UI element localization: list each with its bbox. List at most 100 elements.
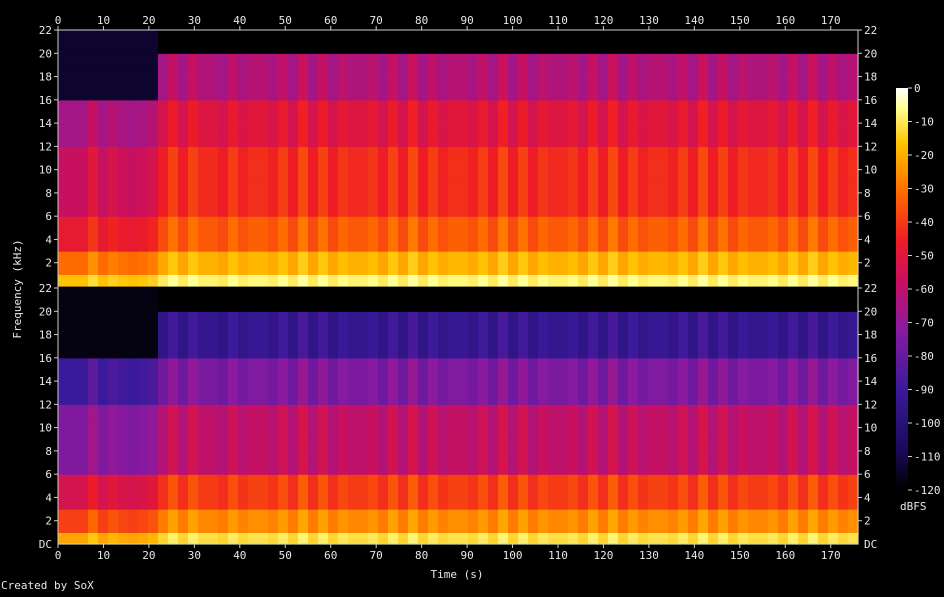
spectrogram-cell xyxy=(58,491,69,499)
spectrogram-cell xyxy=(378,328,389,336)
spectrogram-cell xyxy=(298,82,309,89)
spectrogram-cell xyxy=(158,352,169,359)
spectrogram-cell xyxy=(528,146,539,153)
spectrogram-cell xyxy=(608,53,619,60)
spectrogram-cell xyxy=(318,491,329,499)
spectrogram-cell xyxy=(238,35,249,43)
spectrogram-cell xyxy=(638,251,649,258)
spectrogram-cell xyxy=(268,334,279,341)
spectrogram-cell xyxy=(748,222,759,229)
spectrogram-cell xyxy=(718,204,729,211)
spectrogram-cell xyxy=(198,462,209,469)
spectrogram-cell xyxy=(108,381,119,388)
spectrogram-cell xyxy=(378,445,389,452)
spectrogram-cell xyxy=(378,47,389,54)
spectrogram-cell xyxy=(228,357,239,365)
spectrogram-cell xyxy=(378,288,389,295)
spectrogram-cell xyxy=(528,35,539,43)
spectrogram-cell xyxy=(68,357,79,365)
spectrogram-cell xyxy=(358,386,369,394)
spectrogram-cell xyxy=(218,41,229,49)
spectrogram-cell xyxy=(418,262,429,270)
spectrogram-cell xyxy=(198,439,209,446)
spectrogram-cell xyxy=(308,421,319,429)
spectrogram-cell xyxy=(138,134,149,142)
spectrogram-cell xyxy=(358,509,369,516)
spectrogram-cell xyxy=(448,117,459,124)
spectrogram-cell xyxy=(148,117,159,124)
spectrogram-cell xyxy=(618,239,629,246)
spectrogram-cell xyxy=(98,175,109,182)
spectrogram-cell xyxy=(538,94,549,101)
spectrogram-cell xyxy=(578,111,589,118)
spectrogram-cell xyxy=(118,94,129,101)
spectrogram-cell xyxy=(128,99,139,107)
spectrogram-cell xyxy=(298,288,309,295)
spectrogram-cell xyxy=(778,256,789,264)
spectrogram-cell xyxy=(838,181,849,188)
spectrogram-cell xyxy=(68,123,79,130)
spectrogram-cell xyxy=(728,59,739,66)
spectrogram-cell xyxy=(718,262,729,270)
spectrogram-cell xyxy=(68,474,79,481)
spectrogram-cell xyxy=(208,128,219,136)
spectrogram-cell xyxy=(118,509,129,516)
spectrogram-cell xyxy=(788,192,799,200)
spectrogram-cell xyxy=(738,134,749,142)
spectrogram-cell xyxy=(728,175,739,182)
spectrogram-cell xyxy=(298,233,309,241)
spectrogram-cell xyxy=(98,445,109,452)
spectrogram-cell xyxy=(378,334,389,341)
spectrogram-cell xyxy=(168,175,179,182)
spectrogram-cell xyxy=(668,204,679,211)
spectrogram-cell xyxy=(338,398,349,405)
spectrogram-cell xyxy=(788,88,799,95)
spectrogram-cell xyxy=(778,111,789,118)
spectrogram-cell xyxy=(78,375,89,382)
spectrogram-cell xyxy=(98,497,109,504)
spectrogram-cell xyxy=(358,274,369,281)
spectrogram-cell xyxy=(348,204,359,211)
spectrogram-cell xyxy=(698,274,709,281)
spectrogram-cell xyxy=(688,123,699,130)
spectrogram-cell xyxy=(638,163,649,171)
spectrogram-cell xyxy=(238,274,249,281)
spectrogram-cell xyxy=(138,509,149,516)
spectrogram-cell xyxy=(558,59,569,66)
spectrogram-cell xyxy=(608,134,619,142)
spectrogram-cell xyxy=(848,280,859,287)
spectrogram-cell xyxy=(118,299,129,307)
spectrogram-cell xyxy=(758,181,769,188)
spectrogram-cell xyxy=(498,233,509,241)
spectrogram-cell xyxy=(88,76,99,83)
spectrogram-cell xyxy=(268,520,279,528)
spectrogram-cell xyxy=(478,175,489,182)
spectrogram-cell xyxy=(648,88,659,95)
spectrogram-cell xyxy=(198,210,209,217)
spectrogram-cell xyxy=(198,204,209,211)
spectrogram-cell xyxy=(328,462,339,469)
spectrogram-cell xyxy=(718,239,729,246)
spectrogram-cell xyxy=(258,146,269,153)
spectrogram-cell xyxy=(518,169,529,177)
spectrogram-cell xyxy=(798,268,809,275)
spectrogram-cell xyxy=(308,198,319,206)
spectrogram-cell xyxy=(358,381,369,388)
spectrogram-cell xyxy=(698,35,709,43)
spectrogram-cell xyxy=(508,111,519,118)
spectrogram-cell xyxy=(308,105,319,113)
spectrogram-cell xyxy=(178,410,189,417)
spectrogram-cell xyxy=(838,134,849,142)
spectrogram-cell xyxy=(518,111,529,118)
spectrogram-cell xyxy=(378,99,389,107)
spectrogram-cell xyxy=(108,439,119,446)
spectrogram-cell xyxy=(328,346,339,353)
spectrogram-cell xyxy=(748,280,759,287)
spectrogram-cell xyxy=(228,421,239,429)
spectrogram-cell xyxy=(168,64,179,72)
spectrogram-cell xyxy=(288,175,299,182)
spectrogram-cell xyxy=(288,305,299,312)
spectrogram-cell xyxy=(388,462,399,469)
spectrogram-cell xyxy=(748,216,759,223)
spectrogram-cell xyxy=(158,491,169,499)
